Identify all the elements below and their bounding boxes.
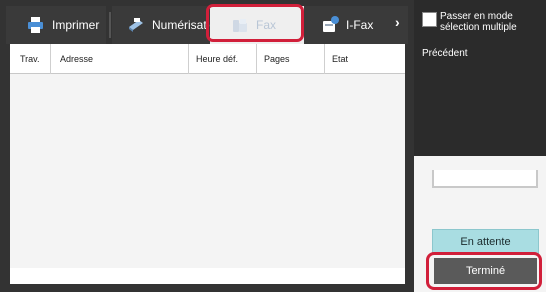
app-frame: Imprimer Numérisation Fax I-Fax › Trav. … [0,0,546,292]
tab-ifax-label: I-Fax [346,18,374,32]
column-header-address: Adresse [60,54,94,64]
tab-print-label: Imprimer [52,18,100,32]
job-table-header: Trav. Adresse Heure déf. Pages Etat [10,44,405,74]
column-header-job: Trav. [20,54,40,64]
tab-divider [109,12,111,38]
action-menu-popup: Passer en mode sélection multiple Précéd… [414,0,546,156]
waiting-button[interactable]: En attente [432,229,539,254]
chevron-right-icon[interactable]: › [395,15,405,29]
column-divider [324,44,325,74]
fax-tab-highlight [206,4,304,42]
scanner-icon [126,15,146,35]
tab-scan[interactable]: Numérisation [112,6,223,44]
multi-select-checkbox[interactable] [422,12,437,27]
column-header-status: Etat [332,54,349,64]
printer-icon [26,15,46,35]
internet-fax-icon [320,15,340,35]
done-button-highlight [426,252,542,290]
column-divider [256,44,257,74]
previous-item[interactable]: Précédent [422,48,468,59]
tab-print[interactable]: Imprimer [6,6,106,44]
tab-ifax[interactable]: I-Fax [304,6,408,44]
job-list-footer [10,268,405,284]
column-header-pages: Pages [264,54,290,64]
job-list: Trav. Adresse Heure déf. Pages Etat [10,44,405,284]
column-header-time: Heure déf. [196,54,239,64]
multi-select-label[interactable]: Passer en mode sélection multiple [440,11,544,33]
column-divider [188,44,189,74]
column-divider [50,44,51,74]
side-panel-button-partial[interactable] [432,170,538,188]
